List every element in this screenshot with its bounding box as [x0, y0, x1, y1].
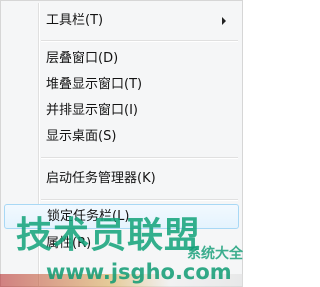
- menu-item-label: 层叠窗口(D): [46, 51, 119, 66]
- menu-item-label: 启动任务管理器(K): [46, 171, 156, 186]
- menu-item-show-desktop[interactable]: 显示桌面(S): [4, 126, 239, 148]
- menu-item-side-by-side-windows[interactable]: 并排显示窗口(I): [4, 100, 239, 122]
- menu-separator: [41, 40, 238, 42]
- menu-item-label: 并排显示窗口(I): [46, 103, 138, 118]
- context-menu: 工具栏(T) 层叠窗口(D) 堆叠显示窗口(T) 并排显示窗口(I) 显示桌面(…: [0, 0, 243, 287]
- menu-item-properties[interactable]: 属性(R): [4, 233, 239, 255]
- menu-item-label: 堆叠显示窗口(T): [46, 77, 143, 92]
- taskbar-strip: [0, 274, 243, 287]
- menu-item-label: 显示桌面(S): [46, 129, 117, 144]
- menu-item-label: 工具栏(T): [46, 13, 104, 28]
- menu-item-label: 属性(R): [46, 236, 92, 251]
- menu-item-lock-taskbar[interactable]: 锁定任务栏(L): [4, 204, 239, 229]
- menu-item-toolbars[interactable]: 工具栏(T): [4, 10, 239, 32]
- menu-separator: [41, 199, 238, 201]
- menu-item-task-manager[interactable]: 启动任务管理器(K): [4, 168, 239, 190]
- menu-separator: [41, 157, 238, 159]
- menu-item-cascade-windows[interactable]: 层叠窗口(D): [4, 48, 239, 70]
- menu-item-stack-windows[interactable]: 堆叠显示窗口(T): [4, 74, 239, 96]
- submenu-arrow-icon: [222, 17, 226, 25]
- menu-item-label: 锁定任务栏(L): [47, 209, 130, 224]
